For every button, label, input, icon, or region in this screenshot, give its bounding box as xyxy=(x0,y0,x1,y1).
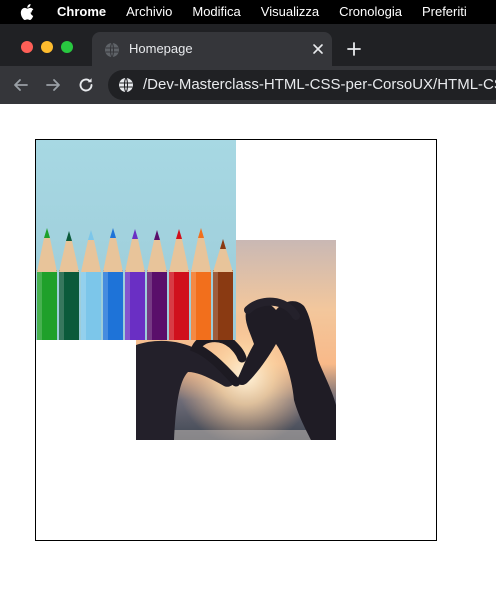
menu-bar: Chrome Archivio Modifica Visualizza Cron… xyxy=(0,0,496,24)
menu-bookmarks[interactable]: Preferiti xyxy=(422,0,467,24)
arrow-right-icon[interactable] xyxy=(44,76,62,94)
tab-strip: Homepage xyxy=(0,24,496,66)
url-text: /Dev-Masterclass-HTML-CSS-per-CorsoUX/HT… xyxy=(143,76,496,93)
tab-title: Homepage xyxy=(129,41,193,56)
image-container xyxy=(35,139,437,541)
close-icon[interactable] xyxy=(310,41,326,57)
plus-icon[interactable] xyxy=(345,40,363,58)
arrow-left-icon[interactable] xyxy=(12,76,30,94)
colored-pencils-photo xyxy=(36,140,236,340)
menu-edit[interactable]: Modifica xyxy=(192,0,240,24)
browser-toolbar: /Dev-Masterclass-HTML-CSS-per-CorsoUX/HT… xyxy=(0,66,496,104)
globe-icon xyxy=(104,42,120,58)
menu-app-name[interactable]: Chrome xyxy=(57,0,106,24)
menu-history[interactable]: Cronologia xyxy=(339,0,402,24)
tab-homepage[interactable]: Homepage xyxy=(92,32,332,66)
menu-file[interactable]: Archivio xyxy=(126,0,172,24)
globe-icon[interactable] xyxy=(118,77,134,93)
window-zoom-button[interactable] xyxy=(61,41,73,53)
reload-icon[interactable] xyxy=(77,76,95,94)
page-viewport xyxy=(0,104,496,592)
address-bar[interactable]: /Dev-Masterclass-HTML-CSS-per-CorsoUX/HT… xyxy=(108,70,496,100)
menu-view[interactable]: Visualizza xyxy=(261,0,319,24)
window-close-button[interactable] xyxy=(21,41,33,53)
window-minimize-button[interactable] xyxy=(41,41,53,53)
apple-logo-icon[interactable] xyxy=(20,0,40,24)
